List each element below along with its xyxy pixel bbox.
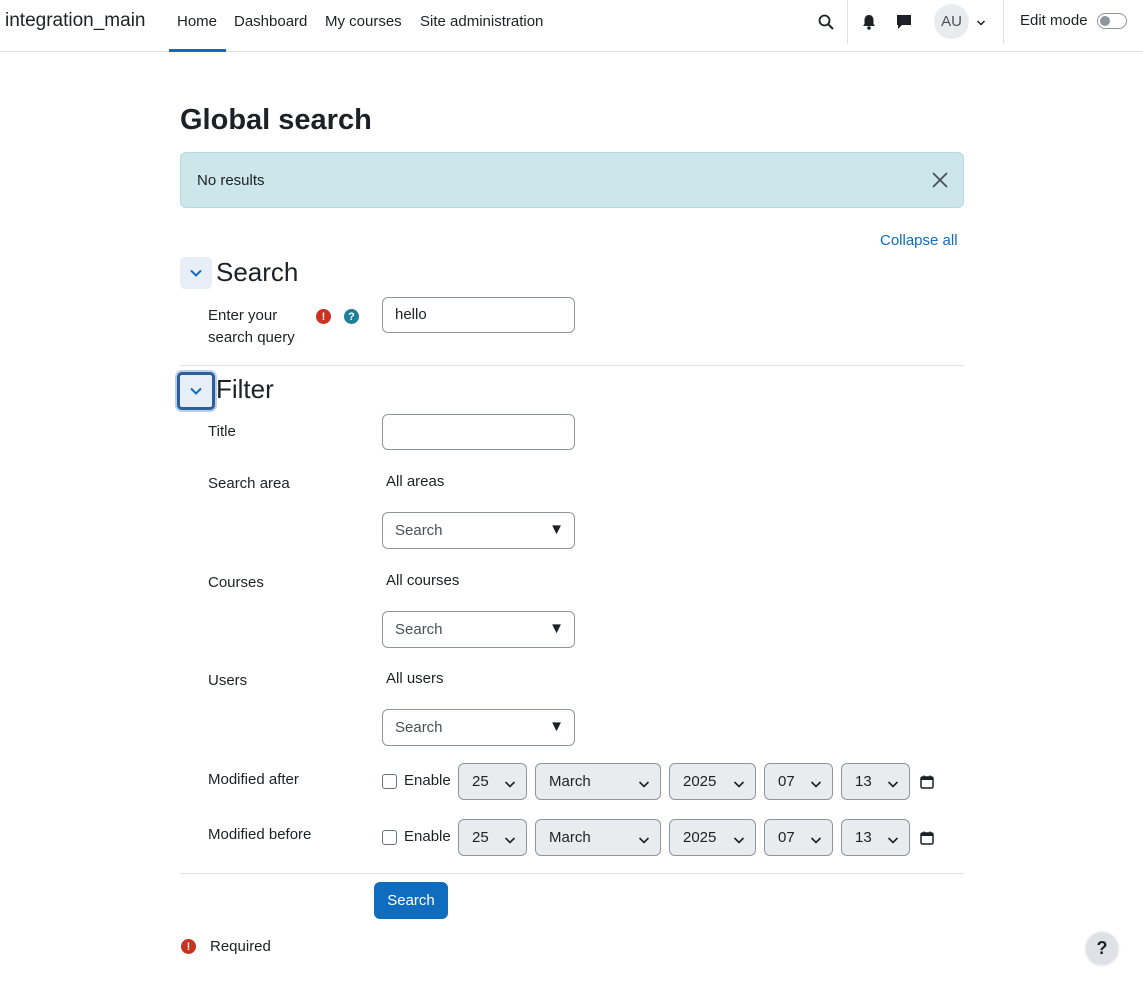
nav-my-courses[interactable]: My courses [325, 13, 402, 52]
edit-mode-label: Edit mode [1020, 12, 1088, 29]
user-avatar[interactable]: AU [934, 4, 969, 39]
chevron-down-icon [638, 776, 650, 793]
title-input[interactable] [382, 414, 575, 450]
filter-section-title: Filter [216, 374, 274, 404]
chevron-down-icon [504, 832, 516, 849]
modified-before-hour-select[interactable]: 07 [764, 819, 833, 856]
modified-before-minute-select[interactable]: 13 [841, 819, 910, 856]
search-area-placeholder: Search [395, 522, 443, 539]
users-placeholder: Search [395, 719, 443, 736]
chevron-down-icon [733, 832, 745, 849]
dropdown-arrow-icon: ▼ [549, 620, 564, 637]
modified-before-year-select[interactable]: 2025 [669, 819, 756, 856]
required-icon: ! [181, 939, 196, 954]
users-select[interactable]: Search ▼ [382, 709, 575, 746]
chevron-down-icon [810, 832, 822, 849]
chevron-down-icon[interactable] [976, 15, 986, 32]
search-area-label: Search area [208, 475, 290, 492]
edit-mode-toggle[interactable] [1097, 13, 1127, 29]
search-section-toggle[interactable] [180, 257, 212, 289]
users-label: Users [208, 672, 248, 689]
modified-before-day-select[interactable]: 25 [458, 819, 527, 856]
filter-section-toggle[interactable] [177, 372, 215, 410]
modified-after-hour-select[interactable]: 07 [764, 763, 833, 800]
no-results-alert: No results [180, 152, 964, 208]
nav-site-administration[interactable]: Site administration [420, 13, 543, 52]
search-area-select[interactable]: Search ▼ [382, 512, 575, 549]
nav-divider [1003, 0, 1004, 44]
chevron-down-icon [887, 776, 899, 793]
courses-label: Courses [208, 574, 264, 591]
modified-before-month-select[interactable]: March [535, 819, 661, 856]
chevron-down-icon [733, 776, 745, 793]
required-icon: ! [316, 309, 331, 324]
modified-after-enable-label: Enable [404, 772, 451, 789]
modified-after-month-select[interactable]: March [535, 763, 661, 800]
calendar-icon[interactable] [920, 831, 934, 845]
courses-select[interactable]: Search ▼ [382, 611, 575, 648]
close-icon[interactable] [931, 171, 949, 189]
dropdown-arrow-icon: ▼ [549, 718, 564, 735]
chevron-down-icon [638, 832, 650, 849]
search-query-input[interactable]: hello [382, 297, 575, 333]
courses-selection: All courses [386, 572, 460, 589]
title-label: Title [208, 423, 236, 440]
help-button[interactable]: ? [1086, 932, 1118, 964]
search-icon[interactable] [815, 11, 837, 33]
nav-home[interactable]: Home [169, 13, 226, 52]
site-brand[interactable]: integration_main [5, 10, 145, 32]
section-divider [180, 365, 964, 366]
nav-divider [847, 0, 848, 44]
users-selection: All users [386, 670, 444, 687]
modified-before-enable-label: Enable [404, 828, 451, 845]
modified-after-year-select[interactable]: 2025 [669, 763, 756, 800]
courses-placeholder: Search [395, 621, 443, 638]
modified-before-label: Modified before [208, 826, 312, 843]
modified-after-day-select[interactable]: 25 [458, 763, 527, 800]
required-note: Required [210, 938, 271, 955]
search-section-title: Search [216, 257, 299, 287]
modified-after-label: Modified after [208, 771, 299, 788]
top-navbar: integration_main Home Dashboard My cours… [0, 0, 1143, 52]
chevron-down-icon [887, 832, 899, 849]
search-submit-button[interactable]: Search [374, 882, 448, 919]
nav-dashboard[interactable]: Dashboard [234, 13, 307, 52]
chevron-down-icon [190, 387, 202, 395]
bell-icon[interactable] [858, 11, 880, 33]
help-icon[interactable]: ? [344, 309, 359, 324]
modified-after-enable-checkbox[interactable] [382, 774, 397, 789]
search-area-selection: All areas [386, 473, 445, 490]
chevron-down-icon [810, 776, 822, 793]
chevron-down-icon [504, 776, 516, 793]
collapse-all-link[interactable]: Collapse all [880, 232, 958, 249]
alert-text: No results [197, 172, 265, 189]
chat-icon[interactable] [893, 11, 915, 33]
calendar-icon[interactable] [920, 775, 934, 789]
form-divider [180, 873, 964, 874]
chevron-down-icon [190, 269, 202, 277]
dropdown-arrow-icon: ▼ [549, 521, 564, 538]
page-title: Global search [180, 104, 372, 136]
modified-after-minute-select[interactable]: 13 [841, 763, 910, 800]
modified-before-enable-checkbox[interactable] [382, 830, 397, 845]
search-query-label: Enter your search query [208, 307, 295, 346]
